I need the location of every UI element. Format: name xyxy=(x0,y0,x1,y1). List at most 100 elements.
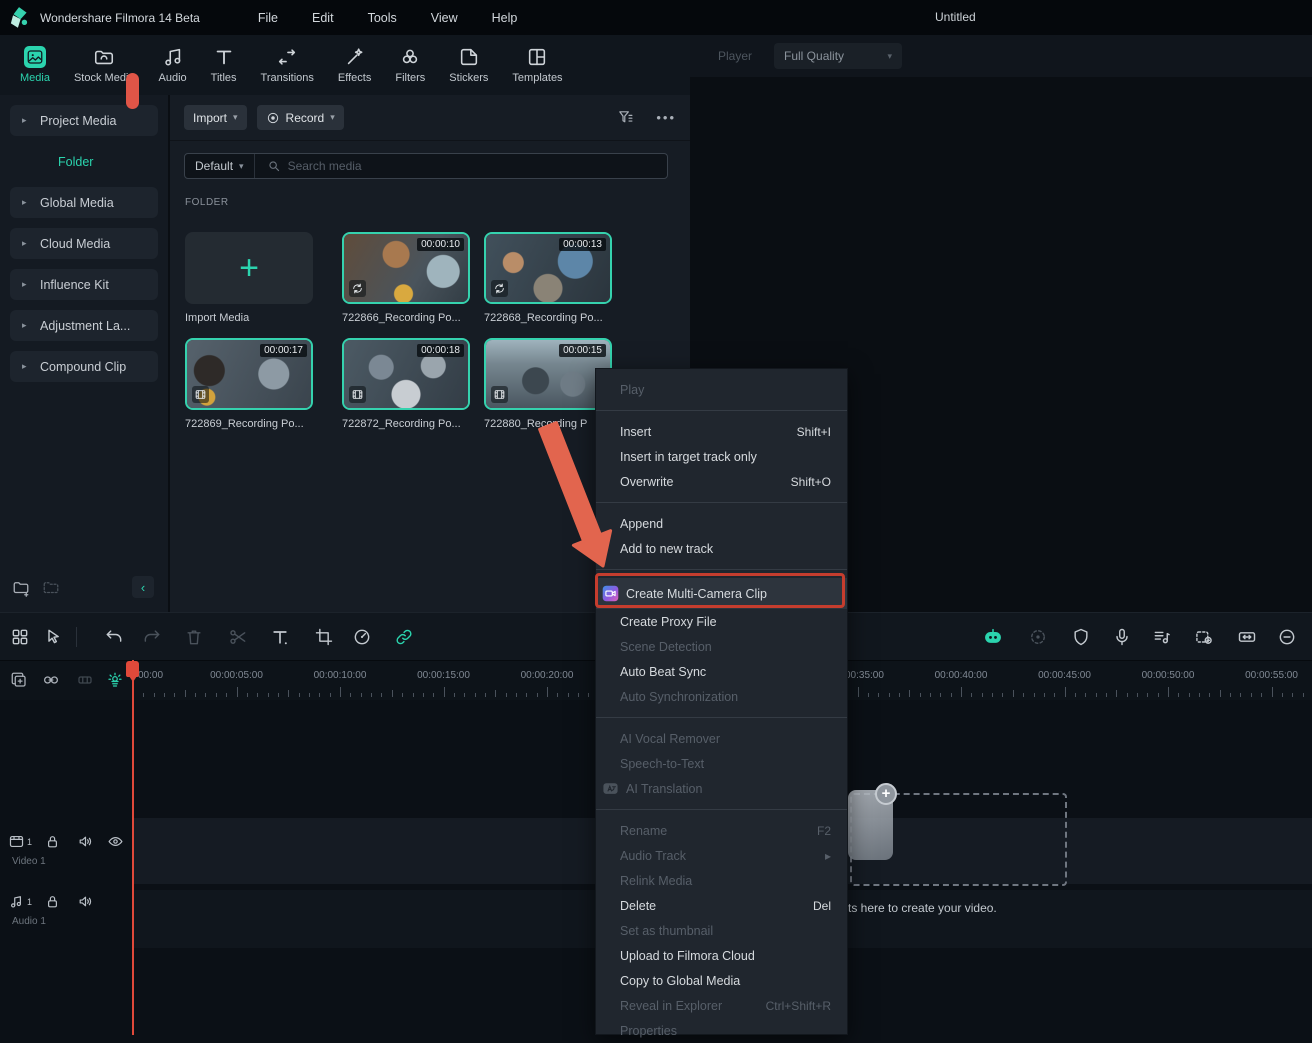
media-item-import-media[interactable]: +Import Media xyxy=(185,232,313,324)
tab-effects[interactable]: Effects xyxy=(338,46,371,84)
playhead-line[interactable] xyxy=(132,660,134,1035)
mic-icon[interactable] xyxy=(1112,627,1132,647)
expand-arrow-icon[interactable]: ▸ xyxy=(22,197,27,208)
ruler-tick xyxy=(971,693,972,697)
more-options-icon[interactable]: ••• xyxy=(656,110,676,125)
tab-filters[interactable]: Filters xyxy=(395,46,425,84)
playhead-handle[interactable] xyxy=(126,661,139,677)
link-clips-icon[interactable] xyxy=(42,671,60,689)
sidebar-item-influence-kit[interactable]: ▸ Influence Kit xyxy=(10,269,158,300)
clip-thumbnail[interactable]: 00:00:15 xyxy=(484,338,612,410)
media-item-722880-recording-p[interactable]: 00:00:15722880_Recording P xyxy=(484,338,612,430)
sidebar-item-project-media[interactable]: ▸Project Media xyxy=(10,105,158,136)
keyframe-icon[interactable] xyxy=(1194,627,1214,647)
beat-icon[interactable] xyxy=(1152,627,1172,647)
ruler-timecode: 00:00:40:00 xyxy=(925,670,997,681)
media-item-722866-recording-po[interactable]: 00:00:10722866_Recording Po... xyxy=(342,232,470,324)
ruler-tick xyxy=(537,693,538,697)
tab-stickers[interactable]: Stickers xyxy=(449,46,488,84)
crop-icon[interactable] xyxy=(314,627,334,647)
sidebar-item-compound-clip[interactable]: ▸Compound Clip xyxy=(10,351,158,382)
tab-transitions[interactable]: Transitions xyxy=(261,46,314,84)
collapse-sidebar-button[interactable]: ‹ xyxy=(132,576,154,598)
menu-item-append[interactable]: Append xyxy=(596,511,847,536)
fit-timeline-icon[interactable] xyxy=(1237,627,1257,647)
split-icon[interactable] xyxy=(228,627,248,647)
clip-thumbnail[interactable]: 00:00:18 xyxy=(342,338,470,410)
speed-icon[interactable] xyxy=(352,627,372,647)
menu-item-upload-to-filmora-cloud[interactable]: Upload to Filmora Cloud xyxy=(596,943,847,968)
zoom-out-icon[interactable] xyxy=(1277,627,1297,647)
video-track-icon xyxy=(8,833,25,850)
media-item-722869-recording-po[interactable]: 00:00:17722869_Recording Po... xyxy=(185,338,313,430)
tab-media[interactable]: Media xyxy=(20,46,50,84)
menu-item-insert[interactable]: InsertShift+I xyxy=(596,419,847,444)
media-item-722868-recording-po[interactable]: 00:00:13722868_Recording Po... xyxy=(484,232,612,324)
menu-item-label: Copy to Global Media xyxy=(620,974,740,988)
ai-copilot-icon[interactable] xyxy=(983,627,1003,647)
toolbar-divider xyxy=(76,627,77,647)
clip-thumbnail[interactable]: 00:00:17 xyxy=(185,338,313,410)
expand-arrow-icon[interactable]: ▸ xyxy=(22,361,27,372)
clip-thumbnail[interactable]: 00:00:10 xyxy=(342,232,470,304)
menubar-item-help[interactable]: Help xyxy=(492,11,518,25)
sidebar-item-label: Influence Kit xyxy=(40,278,109,292)
menubar-item-file[interactable]: File xyxy=(258,11,278,25)
drop-hint-text: ts here to create your video. xyxy=(848,901,997,915)
shield-icon[interactable] xyxy=(1071,627,1091,647)
menu-item-add-to-new-track[interactable]: Add to new track xyxy=(596,536,847,561)
filter-icon[interactable] xyxy=(617,109,634,126)
menu-item-delete[interactable]: DeleteDel xyxy=(596,893,847,918)
undo-icon[interactable] xyxy=(104,627,124,647)
pointer-icon[interactable] xyxy=(44,627,64,647)
sidebar-item-adjustment-la[interactable]: ▸Adjustment La... xyxy=(10,310,158,341)
media-item-722872-recording-po[interactable]: 00:00:18722872_Recording Po... xyxy=(342,338,470,430)
tab-label: Media xyxy=(20,72,50,84)
expand-arrow-icon[interactable]: ▸ xyxy=(22,320,27,331)
menu-item-overwrite[interactable]: OverwriteShift+O xyxy=(596,469,847,494)
expand-arrow-icon[interactable]: ▸ xyxy=(22,279,27,290)
sidebar-item-cloud-media[interactable]: ▸Cloud Media xyxy=(10,228,158,259)
import-button[interactable]: Import ▾ xyxy=(184,105,247,130)
text-tool-icon[interactable] xyxy=(270,627,290,647)
clip-thumbnail[interactable]: 00:00:13 xyxy=(484,232,612,304)
sidebar-item-global-media[interactable]: ▸Global Media xyxy=(10,187,158,218)
redo-icon[interactable] xyxy=(142,627,162,647)
expand-arrow-icon[interactable]: ▸ xyxy=(22,115,27,126)
playhead-grip[interactable] xyxy=(126,73,139,109)
tab-titles[interactable]: Titles xyxy=(211,46,237,84)
import-media-tile[interactable]: + xyxy=(185,232,313,304)
speaker-icon[interactable] xyxy=(77,893,94,910)
menu-item-create-proxy-file[interactable]: Create Proxy File xyxy=(596,609,847,634)
menu-item-auto-beat-sync[interactable]: Auto Beat Sync xyxy=(596,659,847,684)
record-button[interactable]: Record ▾ xyxy=(257,105,344,130)
context-menu: PlayInsertShift+IInsert in target track … xyxy=(595,368,848,1035)
track-manager-icon[interactable] xyxy=(10,627,30,647)
expand-arrow-icon[interactable]: ▸ xyxy=(22,238,27,249)
sidebar-item-folder[interactable]: Folder xyxy=(10,146,158,177)
search-input[interactable] xyxy=(288,159,667,173)
tab-templates[interactable]: Templates xyxy=(512,46,562,84)
delete-folder-icon[interactable] xyxy=(42,579,60,597)
sort-dropdown[interactable]: Default ▾ xyxy=(185,154,255,178)
lock-icon[interactable] xyxy=(44,833,61,850)
eye-icon[interactable] xyxy=(107,833,124,850)
menubar-item-edit[interactable]: Edit xyxy=(312,11,334,25)
ripple-icon[interactable] xyxy=(76,671,94,689)
tab-audio[interactable]: Audio xyxy=(159,46,187,84)
menu-item-create-multi-camera-clip[interactable]: Create Multi-Camera Clip xyxy=(596,578,847,609)
lock-icon[interactable] xyxy=(44,893,61,910)
menubar-item-view[interactable]: View xyxy=(431,11,458,25)
new-folder-icon[interactable] xyxy=(12,579,30,597)
duplicate-icon[interactable] xyxy=(10,671,28,689)
menu-item-insert-in-target-track-only[interactable]: Insert in target track only xyxy=(596,444,847,469)
link-icon[interactable] xyxy=(394,627,414,647)
menu-bar: File Edit Tools View Help xyxy=(258,11,517,25)
render-preview-icon[interactable] xyxy=(1028,627,1048,647)
speaker-icon[interactable] xyxy=(77,833,94,850)
render-lamp-icon[interactable] xyxy=(106,671,124,689)
menubar-item-tools[interactable]: Tools xyxy=(368,11,397,25)
menu-item-copy-to-global-media[interactable]: Copy to Global Media xyxy=(596,968,847,993)
playback-quality-dropdown[interactable]: Full Quality ▾ xyxy=(774,43,902,69)
delete-icon[interactable] xyxy=(184,627,204,647)
